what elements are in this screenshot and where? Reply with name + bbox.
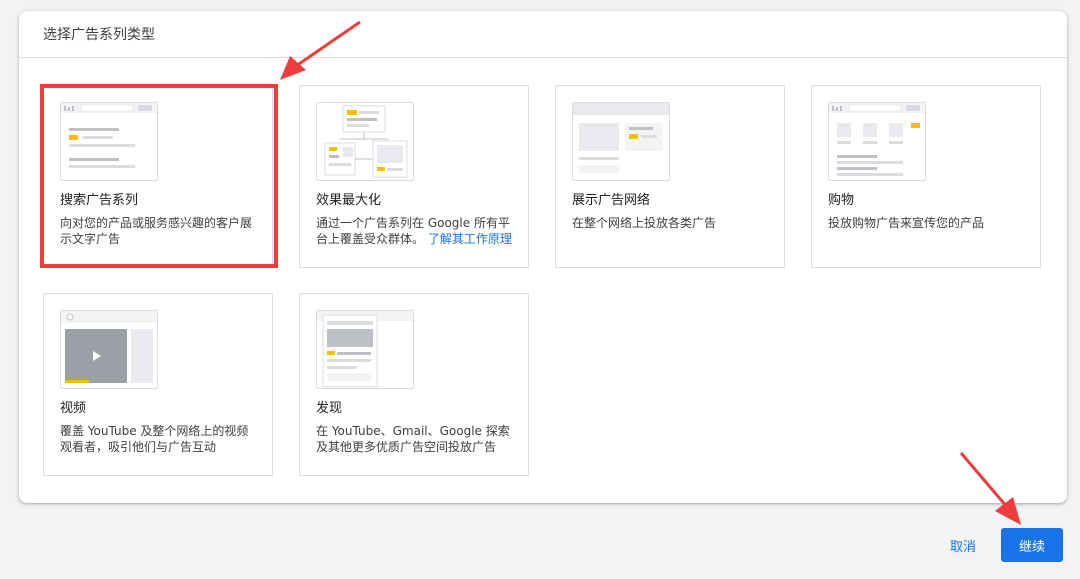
card-discovery[interactable]: 发现 在 YouTube、Gmail、Google 探索及其他更多优质广告空间投… xyxy=(299,293,529,476)
campaign-type-dialog: 选择广告系列类型 搜索广告系列 向对您的产品或服务感兴趣的客户展示文字广告 效果… xyxy=(19,11,1067,503)
card-description: 通过一个广告系列在 Google 所有平台上覆盖受众群体。 了解其工作原理 xyxy=(316,215,516,247)
card-title: 发现 xyxy=(316,401,343,416)
cancel-button[interactable]: 取消 xyxy=(940,530,986,560)
card-description: 覆盖 YouTube 及整个网络上的视频观看者，吸引他们与广告互动 xyxy=(60,424,249,454)
card-title: 展示广告网络 xyxy=(572,193,651,208)
card-display-network[interactable]: 展示广告网络 在整个网络上投放各类广告 xyxy=(555,85,785,268)
card-description: 在整个网络上投放各类广告 xyxy=(572,216,717,230)
shopping-illustration xyxy=(828,102,926,181)
performance-max-illustration xyxy=(316,102,414,181)
card-search[interactable]: 搜索广告系列 向对您的产品或服务感兴趣的客户展示文字广告 xyxy=(43,85,273,268)
display-network-illustration xyxy=(572,102,670,181)
card-title: 效果最大化 xyxy=(316,193,382,208)
card-performance-max[interactable]: 效果最大化 通过一个广告系列在 Google 所有平台上覆盖受众群体。 了解其工… xyxy=(299,85,529,268)
card-description: 向对您的产品或服务感兴趣的客户展示文字广告 xyxy=(60,216,253,246)
card-video[interactable]: 视频 覆盖 YouTube 及整个网络上的视频观看者，吸引他们与广告互动 xyxy=(43,293,273,476)
card-title: 视频 xyxy=(60,401,87,416)
continue-button[interactable]: 继续 xyxy=(1001,528,1063,562)
discovery-illustration xyxy=(316,310,414,389)
card-title: 搜索广告系列 xyxy=(60,193,139,208)
card-title: 购物 xyxy=(828,193,855,208)
card-shopping[interactable]: 购物 投放购物广告来宣传您的产品 xyxy=(811,85,1041,268)
video-illustration xyxy=(60,310,158,389)
learn-more-link[interactable]: 了解其工作原理 xyxy=(428,232,512,246)
card-description: 投放购物广告来宣传您的产品 xyxy=(828,216,985,230)
dialog-title: 选择广告系列类型 xyxy=(19,11,1067,58)
card-description: 在 YouTube、Gmail、Google 探索及其他更多优质广告空间投放广告 xyxy=(316,424,510,454)
search-ad-illustration xyxy=(60,102,158,181)
